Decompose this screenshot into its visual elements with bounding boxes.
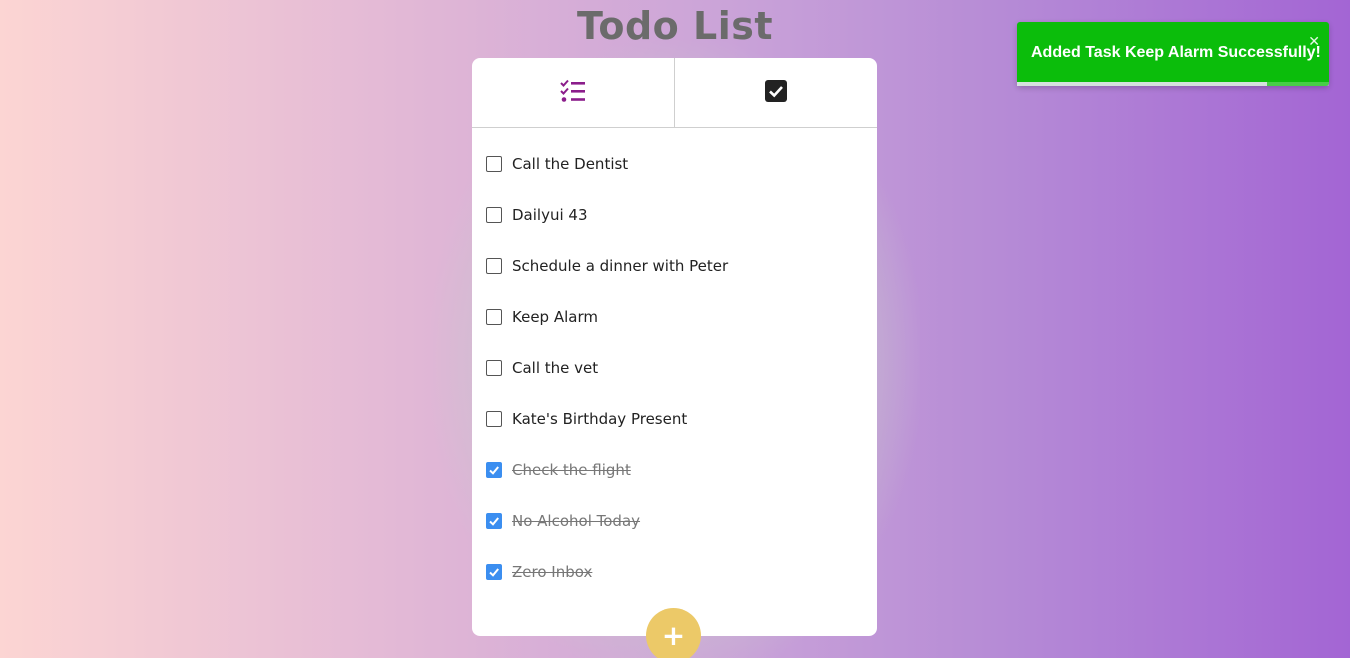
checkmark-icon — [489, 465, 499, 475]
list-item[interactable]: No Alcohol Today — [486, 495, 863, 546]
task-checkbox[interactable] — [486, 359, 502, 376]
task-checkbox[interactable] — [486, 563, 502, 580]
list-item[interactable]: Dailyui 43 — [486, 189, 863, 240]
task-checkbox[interactable] — [486, 410, 502, 427]
checklist-icon — [560, 79, 586, 107]
list-item[interactable]: Zero Inbox — [486, 546, 863, 597]
list-item[interactable]: Call the Dentist — [486, 138, 863, 189]
todo-card: Call the Dentist Dailyui 43 Schedule a din… — [472, 58, 877, 658]
task-label: Schedule a dinner with Peter — [512, 256, 729, 275]
task-label: Zero Inbox — [512, 562, 593, 581]
close-icon[interactable]: ✕ — [1308, 34, 1320, 50]
list-item[interactable]: Kate's Birthday Present — [486, 393, 863, 444]
task-label: No Alcohol Today — [512, 511, 641, 530]
list-item[interactable]: Schedule a dinner with Peter — [486, 240, 863, 291]
task-label: Dailyui 43 — [512, 205, 588, 224]
toast-message: Added Task Keep Alarm Successfully! — [1031, 44, 1321, 61]
list-item[interactable]: Check the flight — [486, 444, 863, 495]
tab-completed[interactable] — [674, 58, 877, 127]
task-checkbox[interactable] — [486, 206, 502, 223]
list-item[interactable]: Call the vet — [486, 342, 863, 393]
task-label: Check the flight — [512, 460, 631, 479]
toast-progress-track — [1017, 82, 1329, 86]
checkmark-icon — [489, 567, 499, 577]
task-label: Keep Alarm — [512, 307, 598, 326]
tab-tasks[interactable] — [472, 58, 674, 127]
task-list: Call the Dentist Dailyui 43 Schedule a din… — [472, 128, 877, 597]
task-label: Kate's Birthday Present — [512, 409, 688, 428]
task-checkbox[interactable] — [486, 308, 502, 325]
checked-box-icon — [765, 79, 787, 106]
task-label: Call the vet — [512, 358, 599, 377]
task-checkbox[interactable] — [486, 512, 502, 529]
checkmark-icon — [489, 516, 499, 526]
toast-progress-bar — [1017, 82, 1267, 86]
task-checkbox[interactable] — [486, 461, 502, 478]
tab-bar — [472, 58, 877, 128]
task-label: Call the Dentist — [512, 154, 629, 173]
add-task-button[interactable]: + — [646, 608, 701, 658]
list-item[interactable]: Keep Alarm — [486, 291, 863, 342]
task-checkbox[interactable] — [486, 257, 502, 274]
task-checkbox[interactable] — [486, 155, 502, 172]
toast-notification: Added Task Keep Alarm Successfully! ✕ — [1017, 22, 1329, 86]
